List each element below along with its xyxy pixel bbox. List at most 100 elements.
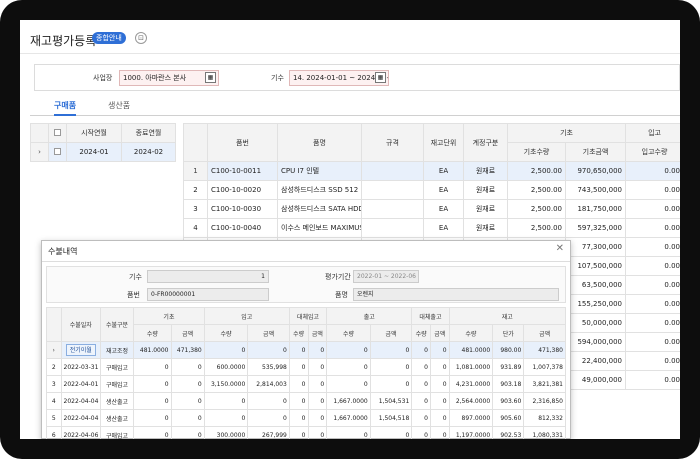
value-cell: 0 [288,341,309,359]
value-cell: 0 [133,392,172,410]
col-group: 출고 [326,307,413,325]
name-field[interactable]: 오렌지 [353,288,559,301]
value-cell: 0 [133,375,172,393]
col-opening-amt: 기초금액 [564,142,627,162]
value-cell: 0 [247,392,290,410]
value-cell: 980.00 [492,341,525,359]
value-cell: 481.0000 [133,341,172,359]
guide-badge[interactable]: 종합안내 [92,32,126,44]
col-sub: 단가 [492,324,525,342]
value-cell: 0 [307,426,328,439]
col-group: 대체입고 [288,307,328,325]
site-input[interactable]: 1000. 아마란스 본사 ▦ [119,70,219,86]
period-field[interactable]: 1 [147,270,269,283]
date-cell[interactable]: 전기이월 [60,341,101,359]
opening-qty-cell: 2,500.00 [507,199,566,219]
table-row[interactable]: › 전기이월 재고조정 481.0000 471,380 0 0 0 0 0 0 0 0 481.0000… [46,341,566,359]
row-number-cell: 2 [183,180,208,200]
table-row[interactable]: 2 C100-10-0020 삼성하드디스크 SSD 512 EA 원재료 2,500.0… [183,180,680,200]
value-cell: 812,332 [523,409,566,427]
value-cell: 600.0000 [203,358,249,376]
select-all-checkbox[interactable] [48,123,67,143]
row-pointer-icon: › [30,142,49,162]
code-field[interactable]: 0-FR00000001 [147,288,269,301]
row-number-cell: 2 [46,358,62,376]
value-cell: 0 [203,392,249,410]
account-cell: 원재료 [463,218,508,238]
value-cell: 0 [288,375,309,393]
opening-amt-cell: 77,300,000 [564,237,627,257]
col-sub: 수량 [326,324,371,342]
table-row[interactable]: 4 2022-04-04 생산출고 0 0 0 0 0 0 1,667.0000 1,504,531… [46,392,566,410]
row-number-cell: 4 [46,392,62,410]
row-checkbox[interactable] [48,142,67,162]
table-row[interactable]: 3 2022-04-01 구매입고 0 0 3,150.0000 2,814,003 0 0 0 0… [46,375,566,393]
opening-amt-cell: 970,650,000 [564,161,627,181]
name-label: 품명 [335,291,348,299]
table-row[interactable]: › 2024-01 2024-02 [30,142,176,162]
period-input[interactable]: 14. 2024-01-01 ~ 2024-12- ▦ [289,70,389,86]
tab-bar: 구매품 생산품 [30,100,680,116]
receipt-qty-cell: 0.00 [625,275,680,295]
value-cell: 2,316,850 [523,392,566,410]
table-row[interactable]: 6 2022-04-06 구매입고 0 0 300.0000 267,999 0 0 0 0 0 0 1,… [46,426,566,439]
col-group-opening: 기초 [506,123,627,143]
value-cell: 1,667.0000 [326,409,371,427]
value-cell: 0 [429,341,450,359]
dialog-title: 수불내역 [48,247,78,256]
value-cell: 0 [307,341,328,359]
col-opening-qty: 기초수량 [507,142,566,162]
value-cell: 902.53 [492,426,525,439]
help-icon[interactable]: ⊡ [135,32,147,44]
tab-produced[interactable]: 생산품 [108,100,130,111]
calendar-icon[interactable]: ▦ [375,72,386,83]
table-row[interactable]: 3 C100-10-0030 삼성하드디스크 SATA HDD EA 원재료 2,500.… [183,199,680,219]
lookup-icon[interactable]: ▦ [205,72,216,83]
opening-amt-cell: 181,750,000 [564,199,627,219]
row-number-cell: 3 [183,199,208,219]
value-cell: 1,504,531 [369,392,413,410]
col-sub: 수량 [203,324,249,342]
value-cell: 0 [247,409,290,427]
value-cell: 0 [411,358,431,376]
carryover-button[interactable]: 전기이월 [65,344,96,356]
value-cell: 1,504,518 [369,409,413,427]
site-value: 1000. 아마란스 본사 [123,74,187,82]
opening-qty-cell: 2,500.00 [507,180,566,200]
opening-qty-cell: 2,500.00 [507,218,566,238]
opening-amt-cell: 155,250,000 [564,294,627,314]
value-cell: 903.18 [492,375,525,393]
table-row[interactable]: 1 C100-10-0011 CPU I7 인텔 EA 원재료 2,500.00 970,6… [183,161,680,181]
type-cell: 구매입고 [99,426,135,439]
opening-amt-cell: 50,000,000 [564,313,627,333]
table-row[interactable]: 5 2022-04-04 생산출고 0 0 0 0 0 0 1,667.0000 1,504,518… [46,409,566,427]
value-cell: 0 [203,409,249,427]
row-number-cell: 1 [183,161,208,181]
name-cell: 이수스 메인보드 MAXIMUS V [277,218,362,238]
table-row[interactable]: 2 2022-03-31 구매입고 0 0 600.0000 535,998 0 0 0 0 0 0 1,… [46,358,566,376]
eval-period-field[interactable]: 2022-01 ~ 2022-06 [353,270,419,283]
close-icon[interactable]: ✕ [556,243,564,254]
value-cell: 0 [170,392,205,410]
receipt-qty-cell: 0.00 [625,180,680,200]
value-cell: 0 [429,409,450,427]
table-row[interactable]: 4C100-10-0040이수스 메인보드 MAXIMUS V EA원재료2,50… [183,218,680,238]
value-cell: 471,380 [170,341,205,359]
value-cell: 0 [411,341,431,359]
col-sub: 수량 [133,324,172,342]
date-cell: 2022-03-31 [60,358,101,376]
opening-amt-cell: 63,500,000 [564,275,627,295]
receipt-qty-cell: 0.00 [625,313,680,333]
receipt-qty-cell: 0.00 [625,218,680,238]
row-pointer-header [183,123,208,162]
account-cell: 원재료 [463,161,508,181]
col-sub: 수량 [411,324,431,342]
col-name: 품명 [277,123,362,162]
col-type: 수불구분 [99,307,135,342]
spec-cell [361,180,424,200]
tab-purchased[interactable]: 구매품 [54,100,77,116]
col-sub: 수량 [288,324,309,342]
account-cell: 원재료 [463,180,508,200]
value-cell: 0 [288,392,309,410]
receipt-qty-cell: 0.00 [625,199,680,219]
